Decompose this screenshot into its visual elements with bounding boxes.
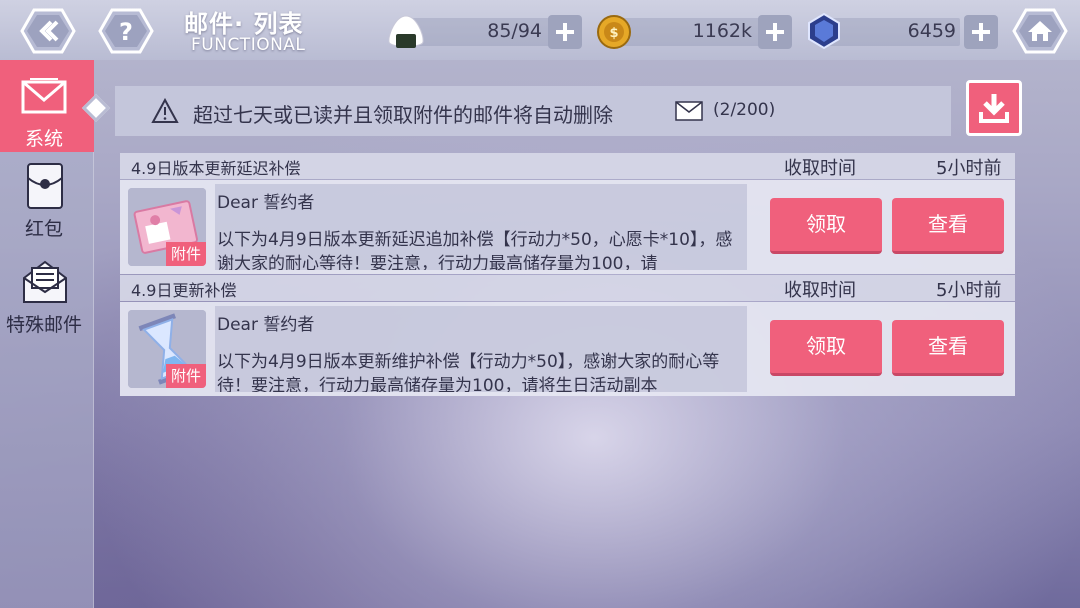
mail-preview: Dear 誓约者 以下为4月9日版本更新延迟追加补偿【行动力*50，心愿卡*10… — [215, 184, 747, 270]
home-icon — [1012, 8, 1068, 54]
add-crystals-button[interactable] — [964, 15, 998, 49]
rice-ball-icon — [388, 15, 424, 48]
coin-value: 1162k — [692, 20, 752, 42]
mail-count: (2/200) — [713, 100, 776, 120]
mail-content: 以下为4月9日版本更新延迟追加补偿【行动力*50，心愿卡*10】，感谢大家的耐心… — [217, 230, 733, 270]
page-title: 邮件· 列表 — [184, 10, 304, 38]
sidebar-item-label: 红包 — [24, 218, 63, 240]
mail-greeting: Dear 誓约者 — [217, 193, 315, 213]
crystal-icon — [808, 12, 840, 50]
help-button[interactable]: ? — [98, 8, 154, 54]
mail-preview: Dear 誓约者 以下为4月9日版本更新维护补偿【行动力*50】，感谢大家的耐心… — [215, 306, 747, 392]
top-bar: ? 邮件· 列表 FUNCTIONAL 85/94 $ 1162k 6459 — [0, 0, 1080, 60]
add-coins-button[interactable] — [758, 15, 792, 49]
mail-subject: 4.9日更新补偿 — [131, 281, 237, 300]
mail-greeting: Dear 誓约者 — [217, 315, 315, 335]
attachment-thumbnail[interactable]: 附件 — [128, 188, 206, 266]
question-icon: ? — [98, 8, 154, 54]
received-time-value: 5小时前 — [936, 158, 1002, 179]
notice-text: 超过七天或已读并且领取附件的邮件将自动删除 — [193, 103, 613, 127]
mail-body: 附件 Dear 誓约者 以下为4月9日版本更新维护补偿【行动力*50】，感谢大家… — [120, 302, 1015, 396]
view-button[interactable]: 查看 — [892, 198, 1004, 254]
mail-item[interactable]: 4.9日更新补偿 收取时间 5小时前 附件 Dear 誓约者 以下为4月9日版本… — [120, 275, 1015, 396]
mail-content: 以下为4月9日版本更新维护补偿【行动力*50】，感谢大家的耐心等待！要注意，行动… — [217, 352, 720, 392]
coin-icon: $ — [597, 15, 631, 49]
mail-subject: 4.9日版本更新延迟补偿 — [131, 159, 301, 178]
mail-header: 4.9日更新补偿 收取时间 5小时前 — [120, 275, 1015, 301]
claim-button[interactable]: 领取 — [770, 320, 882, 376]
warning-icon — [151, 98, 179, 123]
stamina-value: 85/94 — [487, 20, 542, 42]
received-time-label: 收取时间 — [784, 280, 856, 301]
attachment-tag: 附件 — [166, 242, 206, 266]
sidebar-item-red-envelope[interactable]: 红包 — [0, 156, 94, 248]
envelope-icon — [675, 101, 703, 121]
back-button[interactable] — [20, 8, 76, 54]
home-button[interactable] — [1012, 8, 1068, 54]
sidebar: 系统 红包 特殊邮件 — [0, 60, 94, 608]
svg-text:?: ? — [119, 18, 133, 46]
sidebar-item-special-mail[interactable]: 特殊邮件 — [0, 252, 94, 344]
sidebar-item-label: 系统 — [24, 128, 63, 150]
download-icon — [979, 94, 1009, 123]
received-time-value: 5小时前 — [936, 280, 1002, 301]
attachment-tag: 附件 — [166, 364, 206, 388]
notice-bar: 超过七天或已读并且领取附件的邮件将自动删除 (2/200) — [115, 86, 951, 136]
attachment-thumbnail[interactable]: 附件 — [128, 310, 206, 388]
back-icon — [20, 8, 76, 54]
mail-envelope-icon — [21, 78, 67, 114]
received-time-label: 收取时间 — [784, 158, 856, 179]
view-button[interactable]: 查看 — [892, 320, 1004, 376]
claim-all-button[interactable] — [966, 80, 1022, 136]
sidebar-item-label: 特殊邮件 — [5, 314, 82, 336]
sidebar-item-system[interactable]: 系统 — [0, 60, 94, 152]
mail-item[interactable]: 4.9日版本更新延迟补偿 收取时间 5小时前 附件 Dear 誓约者 以下为4月… — [120, 153, 1015, 274]
claim-button[interactable]: 领取 — [770, 198, 882, 254]
red-envelope-icon — [27, 163, 63, 209]
special-mail-icon — [23, 260, 67, 303]
add-stamina-button[interactable] — [548, 15, 582, 49]
mail-header: 4.9日版本更新延迟补偿 收取时间 5小时前 — [120, 153, 1015, 179]
mail-body: 附件 Dear 誓约者 以下为4月9日版本更新延迟追加补偿【行动力*50，心愿卡… — [120, 180, 1015, 274]
page-subtitle: FUNCTIONAL — [191, 35, 306, 55]
svg-text:$: $ — [609, 26, 618, 41]
crystal-value: 6459 — [907, 20, 956, 42]
